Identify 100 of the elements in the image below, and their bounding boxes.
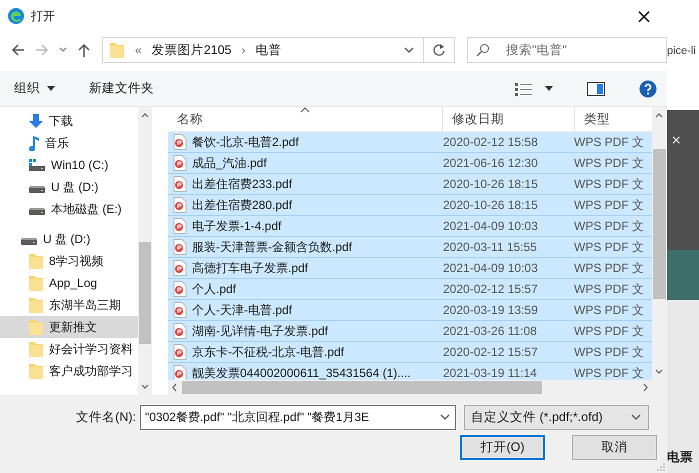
file-name: 高德打车电子发票.pdf (192, 260, 308, 276)
sidebar-item[interactable]: 本地磁盘 (E:) (0, 198, 138, 220)
column-header[interactable]: 修改日期 (443, 107, 575, 131)
pdf-file-icon (173, 218, 187, 234)
pdf-file-icon (173, 176, 187, 192)
pdf-file-icon (173, 365, 187, 380)
file-type: WPS PDF 文 (573, 176, 646, 192)
caret-icon[interactable] (545, 86, 553, 91)
file-type-dropdown[interactable]: 自定义文件 (*.pdf;*.ofd) (464, 404, 649, 430)
modified-date: 2021-04-09 10:03 (442, 219, 539, 233)
search-field[interactable]: 搜索"电普" (467, 37, 667, 63)
music-note-icon (28, 135, 40, 151)
modified-date: 2020-02-12 15:57 (442, 345, 539, 359)
file-name: 服装-天津普票-金额含负数.pdf (192, 238, 352, 256)
back-arrow-icon[interactable] (10, 42, 26, 58)
sidebar-item[interactable]: 音乐 (0, 132, 138, 154)
file-row[interactable]: 成品_汽油.pdf 2021-06-16 12:30 WPS PDF 文 (168, 153, 652, 174)
sidebar-item[interactable]: 东湖半岛三期 (0, 294, 138, 316)
scroll-thumb[interactable] (182, 381, 542, 394)
close-button[interactable]: × (621, 0, 667, 32)
file-row[interactable]: 餐饮-北京-电普2.pdf 2020-02-12 15:58 WPS PDF 文 (168, 132, 652, 153)
file-row[interactable]: 出差住宿费233.pdf 2020-10-26 18:15 WPS PDF 文 (168, 174, 652, 195)
pdf-file-icon (173, 302, 187, 318)
open-button[interactable]: 打开(O) (460, 435, 545, 460)
file-name: 出差住宿费280.pdf (192, 196, 292, 214)
file-name: 个人.pdf (192, 280, 236, 298)
sidebar-item[interactable]: U 盘 (D:) (0, 228, 138, 250)
background-text: 电票 (667, 449, 694, 466)
help-icon[interactable] (639, 80, 657, 98)
preview-pane-icon[interactable] (587, 82, 605, 96)
filename-field[interactable]: "0302餐费.pdf" "北京回程.pdf" "餐费1月3E (140, 404, 456, 430)
file-row[interactable]: 京东卡-不征税-北京-电普.pdf 2020-02-12 15:57 WPS PDF 文 (168, 342, 652, 363)
address-bar[interactable]: « 发票图片2105 › 电普 (102, 37, 424, 63)
file-row[interactable]: 服装-天津普票-金额含负数.pdf 2020-03-11 15:55 WPS PDF 文 (168, 237, 652, 258)
background-text: × (671, 132, 682, 147)
scrollbar[interactable] (168, 380, 652, 395)
up-arrow-icon[interactable] (76, 42, 92, 58)
file-name: 成品_汽油.pdf (192, 154, 267, 172)
folder-icon (28, 296, 44, 314)
organize-menu-button[interactable]: 组织 (8, 77, 61, 100)
file-type: WPS PDF 文 (573, 344, 646, 360)
folder-icon (28, 274, 44, 292)
file-name: 靓美发票044002000611_35431564 (1).... (192, 364, 411, 380)
sidebar-item[interactable]: App_Log (0, 272, 138, 294)
column-header[interactable]: 类型 (575, 107, 652, 131)
file-row[interactable]: 电子发票-1-4.pdf 2021-04-09 10:03 WPS PDF 文 (168, 216, 652, 237)
view-options-icon[interactable] (515, 82, 533, 96)
dropdown-caret-icon[interactable] (402, 45, 415, 55)
modified-date: 2020-10-26 18:15 (442, 198, 539, 212)
modified-date: 2021-03-26 11:08 (442, 324, 538, 338)
browser-logo-icon (7, 7, 25, 25)
path-segment[interactable]: 电普 (256, 42, 282, 58)
modified-date: 2020-02-12 15:58 (442, 135, 539, 149)
file-row[interactable]: 个人-天津-电普.pdf 2020-03-19 13:59 WPS PDF 文 (168, 300, 652, 321)
folder-icon (109, 41, 125, 59)
refresh-button[interactable] (424, 37, 455, 63)
sidebar-item[interactable]: 下载 (0, 110, 138, 132)
filename-label: 文件名(N): (75, 408, 137, 426)
new-folder-button[interactable]: 新建文件夹 (83, 77, 160, 100)
file-name: 电子发票-1-4.pdf (192, 218, 282, 234)
pdf-file-icon (173, 260, 187, 276)
sidebar-item[interactable]: Win10 (C:) (0, 154, 138, 176)
modified-date: 2021-06-16 12:30 (442, 156, 539, 170)
file-type: WPS PDF 文 (573, 238, 646, 256)
file-type: WPS PDF 文 (573, 196, 646, 214)
download-arrow-icon (28, 113, 44, 129)
sidebar-item[interactable]: 8学习视频 (0, 250, 138, 272)
sidebar-item[interactable]: U 盘 (D:) (0, 176, 138, 198)
sidebar-item[interactable]: 好会计学习资料 (0, 338, 138, 360)
file-type: WPS PDF 文 (573, 302, 646, 318)
background-text: pice-li (667, 45, 697, 57)
folder-icon (28, 362, 44, 380)
modified-date: 2021-03-19 11:14 (442, 366, 538, 380)
file-row[interactable]: 湖南-见详情-电子发票.pdf 2021-03-26 11:08 WPS PDF 文 (168, 321, 652, 342)
drive-icon (28, 158, 46, 172)
scroll-thumb[interactable] (139, 242, 151, 344)
pdf-file-icon (173, 239, 187, 255)
dropdown-caret-icon (630, 412, 642, 422)
pdf-file-icon (173, 323, 187, 339)
scrollbar[interactable] (138, 107, 152, 395)
dropdown-caret-icon (439, 412, 451, 422)
folder-icon (28, 340, 44, 358)
scroll-thumb[interactable] (653, 149, 666, 299)
file-type: WPS PDF 文 (573, 322, 646, 340)
refresh-icon (432, 43, 446, 57)
sidebar-item[interactable]: 客户成功部学习 (0, 360, 138, 382)
file-row[interactable]: 靓美发票044002000611_35431564 (1).... 2021-03-19 11:14 WPS PDF 文 (168, 363, 652, 380)
pdf-file-icon (173, 197, 187, 213)
sidebar-item[interactable]: 更新推文 (0, 316, 138, 338)
path-segment[interactable]: 发票图片2105 (152, 42, 232, 58)
file-row[interactable]: 高德打车电子发票.pdf 2021-04-09 10:03 WPS PDF 文 (168, 258, 652, 279)
overflow-chevron[interactable]: « (135, 43, 142, 57)
column-header[interactable]: 名称 (168, 107, 443, 131)
file-row[interactable]: 个人.pdf 2020-02-12 15:57 WPS PDF 文 (168, 279, 652, 300)
file-name: 个人-天津-电普.pdf (192, 302, 292, 318)
pdf-file-icon (173, 281, 187, 297)
modified-date: 2020-10-26 18:15 (442, 177, 539, 191)
file-row[interactable]: 出差住宿费280.pdf 2020-10-26 18:15 WPS PDF 文 (168, 195, 652, 216)
cancel-button[interactable]: 取消 (572, 435, 657, 460)
file-name: 京东卡-不征税-北京-电普.pdf (192, 344, 344, 360)
